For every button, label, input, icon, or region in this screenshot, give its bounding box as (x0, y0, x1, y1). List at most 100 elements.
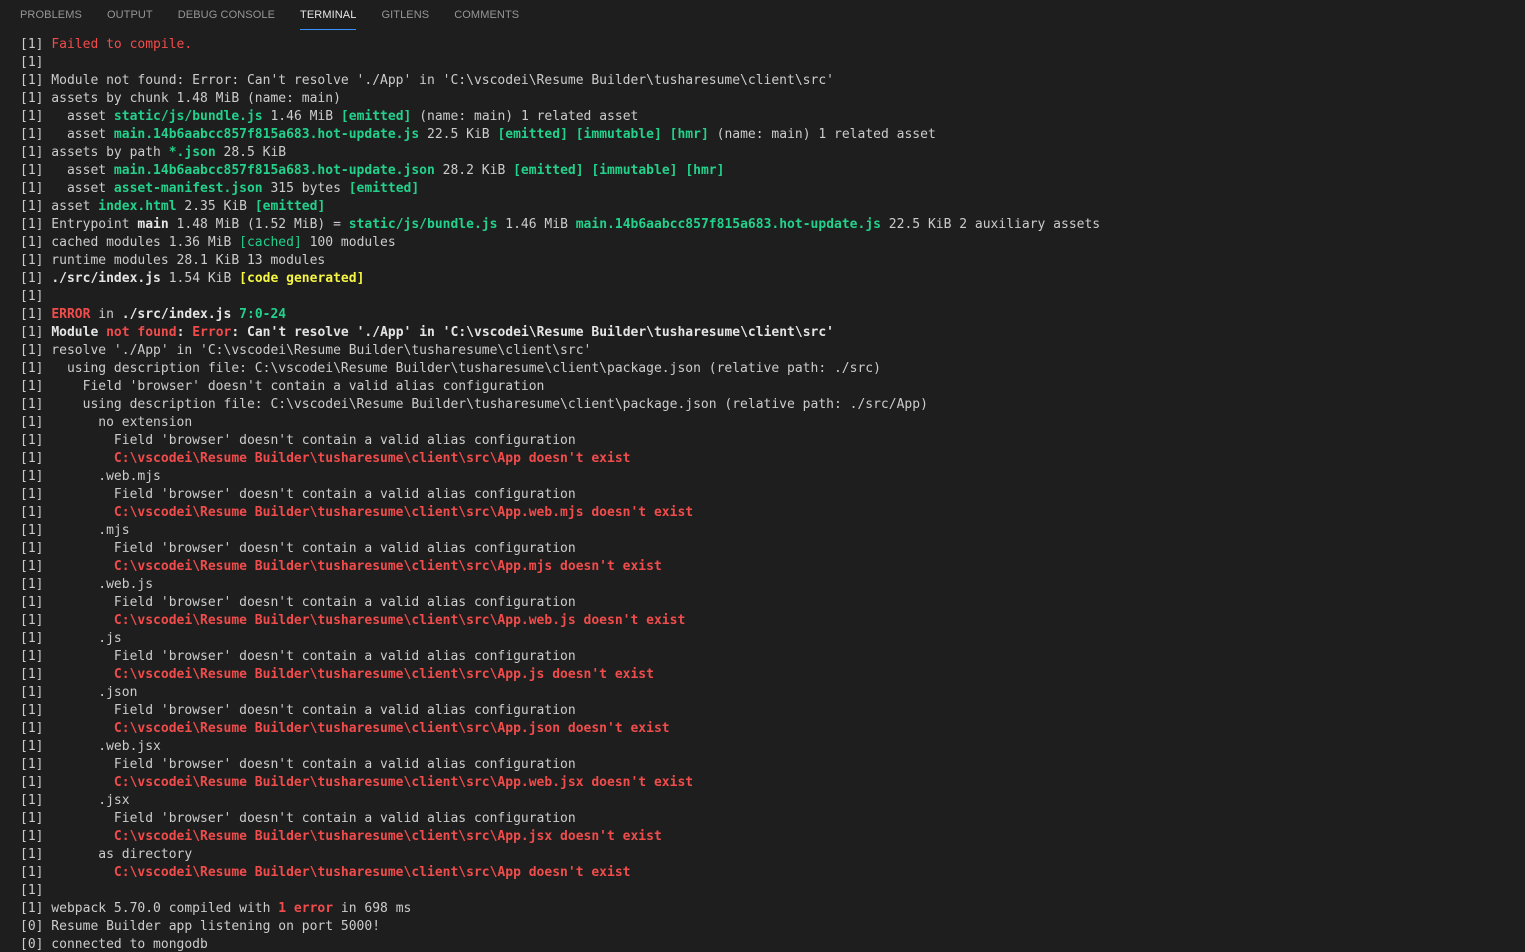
terminal-text-segment: 2.35 KiB (176, 199, 255, 214)
terminal-text-segment: [immutable] (591, 163, 678, 178)
terminal-line: [1] C:\vscodei\Resume Builder\tusharesum… (20, 828, 1525, 846)
terminal-line: [1] assets by chunk 1.48 MiB (name: main… (20, 90, 1525, 108)
terminal-text-segment: [1] asset (20, 163, 114, 178)
terminal-text-segment: [1] no extension (20, 415, 193, 430)
terminal-text-segment: 1.46 MiB (262, 109, 341, 124)
terminal-line: [0] Resume Builder app listening on port… (20, 918, 1525, 936)
tab-gitlens[interactable]: GITLENS (381, 0, 429, 29)
terminal-text-segment: main.14b6aabcc857f815a683.hot-update.js (113, 127, 420, 142)
terminal-text-segment: [1] (20, 613, 114, 628)
terminal-text-segment: 28.2 KiB (434, 163, 514, 178)
terminal-line: [1] ./src/index.js 1.54 KiB [code genera… (20, 270, 1525, 288)
terminal-text-segment: in (90, 307, 122, 322)
terminal-text-segment: C:\vscodei\Resume Builder\tusharesume\cl… (113, 865, 631, 880)
terminal-text-segment: [1] (20, 559, 114, 574)
terminal-text-segment: [1] .web.jsx (20, 739, 161, 754)
terminal-text-segment: [1] Field 'browser' doesn't contain a va… (20, 757, 576, 772)
terminal-text-segment: [1] cached modules 1.36 MiB (20, 235, 240, 250)
terminal-line: [1] webpack 5.70.0 compiled with 1 error… (20, 900, 1525, 918)
terminal-line: [1] .web.js (20, 576, 1525, 594)
terminal-output[interactable]: [1] Failed to compile. [1] [1] Module not … (20, 36, 1525, 952)
terminal-text-segment: [1] asset (20, 181, 114, 196)
terminal-line: [1] .js (20, 630, 1525, 648)
terminal-line: [0] connected to mongodb (20, 936, 1525, 952)
terminal-text-segment: [emitted] (497, 127, 568, 142)
terminal-line: [1] C:\vscodei\Resume Builder\tusharesum… (20, 558, 1525, 576)
tab-debug-console[interactable]: DEBUG CONSOLE (178, 0, 275, 29)
terminal-text-segment: Module (51, 325, 107, 340)
terminal-line: [1] ERROR in ./src/index.js 7:0-24 (20, 306, 1525, 324)
terminal-text-segment: [1] .js (20, 631, 122, 646)
terminal-text-segment: [1] asset (20, 127, 114, 142)
terminal-text-segment: : (176, 325, 193, 340)
terminal-line: [1] cached modules 1.36 MiB [cached] 100… (20, 234, 1525, 252)
terminal-line: [1] C:\vscodei\Resume Builder\tusharesum… (20, 774, 1525, 792)
terminal-line: [1] Field 'browser' doesn't contain a va… (20, 756, 1525, 774)
terminal-text-segment: C:\vscodei\Resume Builder\tusharesume\cl… (113, 775, 694, 790)
tab-comments[interactable]: COMMENTS (454, 0, 519, 29)
terminal-line: [1] Field 'browser' doesn't contain a va… (20, 540, 1525, 558)
terminal-text-segment: 28.5 KiB (215, 145, 287, 160)
terminal-line: [1] asset index.html 2.35 KiB [emitted] (20, 198, 1525, 216)
terminal-line: [1] .json (20, 684, 1525, 702)
terminal-text-segment: [1] (20, 37, 52, 52)
terminal-text-segment: [code generated] (239, 271, 365, 286)
terminal-text-segment: [1] (20, 829, 114, 844)
terminal-text-segment: (name: main) 1 related asset (708, 127, 936, 142)
terminal-text-segment: [1] Field 'browser' doesn't contain a va… (20, 649, 576, 664)
terminal-text-segment: [cached] (239, 235, 302, 250)
terminal-text-segment: ./src/index.js (51, 271, 161, 286)
terminal-text-segment: [1] as directory (20, 847, 193, 862)
terminal-line: [1] .web.mjs (20, 468, 1525, 486)
terminal-text-segment: [1] Field 'browser' doesn't contain a va… (20, 379, 545, 394)
terminal-line: [1] asset main.14b6aabcc857f815a683.hot-… (20, 162, 1525, 180)
terminal-line: [1] Field 'browser' doesn't contain a va… (20, 378, 1525, 396)
terminal-text-segment: [1] .mjs (20, 523, 130, 538)
terminal-line: [1] using description file: C:\vscodei\R… (20, 396, 1525, 414)
terminal-line: [1] Entrypoint main 1.48 MiB (1.52 MiB) … (20, 216, 1525, 234)
panel-tab-bar: PROBLEMS OUTPUT DEBUG CONSOLE TERMINAL G… (0, 0, 1525, 32)
terminal-text-segment: [1] (20, 289, 44, 304)
terminal-line: [1] Module not found: Error: Can't resol… (20, 324, 1525, 342)
terminal-text-segment: main (137, 217, 169, 232)
terminal-line: [1] Field 'browser' doesn't contain a va… (20, 594, 1525, 612)
tab-problems[interactable]: PROBLEMS (20, 0, 82, 29)
terminal-text-segment: [1] (20, 775, 114, 790)
terminal-text-segment: [1] (20, 505, 114, 520)
terminal-text-segment: [1] Field 'browser' doesn't contain a va… (20, 703, 576, 718)
terminal-text-segment: in 698 ms (333, 901, 412, 916)
terminal-text-segment: (name: main) 1 related asset (411, 109, 639, 124)
terminal-text-segment: 315 bytes (262, 181, 349, 196)
terminal-text-segment: [1] (20, 271, 52, 286)
terminal-text-segment: C:\vscodei\Resume Builder\tusharesume\cl… (113, 559, 662, 574)
tab-output[interactable]: OUTPUT (107, 0, 153, 29)
terminal-line: [1] .mjs (20, 522, 1525, 540)
terminal-line: [1] assets by path *.json 28.5 KiB (20, 144, 1525, 162)
terminal-line: [1] Field 'browser' doesn't contain a va… (20, 702, 1525, 720)
terminal-text-segment: [1] webpack 5.70.0 compiled with (20, 901, 279, 916)
terminal-line: [1] C:\vscodei\Resume Builder\tusharesum… (20, 864, 1525, 882)
terminal-text-segment: : Can't resolve './App' in 'C:\vscodei\R… (231, 325, 835, 340)
terminal-text-segment: [1] Field 'browser' doesn't contain a va… (20, 433, 576, 448)
terminal-text-segment: C:\vscodei\Resume Builder\tusharesume\cl… (113, 451, 631, 466)
terminal-line: [1] Field 'browser' doesn't contain a va… (20, 810, 1525, 828)
terminal-text-segment: asset-manifest.json (113, 181, 263, 196)
terminal-line: [1] asset main.14b6aabcc857f815a683.hot-… (20, 126, 1525, 144)
terminal-text-segment: [emitted] (348, 181, 420, 196)
terminal-text-segment: [1] .jsx (20, 793, 130, 808)
terminal-text-segment: [1] Field 'browser' doesn't contain a va… (20, 595, 576, 610)
terminal-text-segment: not found (106, 325, 177, 340)
terminal-text-segment: [1] (20, 667, 114, 682)
terminal-text-segment: C:\vscodei\Resume Builder\tusharesume\cl… (113, 613, 686, 628)
terminal-text-segment: [1] Field 'browser' doesn't contain a va… (20, 487, 576, 502)
terminal-text-segment: [1] runtime modules 28.1 KiB 13 modules (20, 253, 326, 268)
tab-terminal[interactable]: TERMINAL (300, 0, 357, 30)
terminal-text-segment: 1.46 MiB (497, 217, 576, 232)
terminal-line: [1] C:\vscodei\Resume Builder\tusharesum… (20, 666, 1525, 684)
terminal-text-segment: [1] Module not found: Error: Can't resol… (20, 73, 834, 88)
terminal-text-segment: 7:0-24 (239, 307, 287, 322)
terminal-line: [1] as directory (20, 846, 1525, 864)
terminal-text-segment: Error (192, 325, 232, 340)
